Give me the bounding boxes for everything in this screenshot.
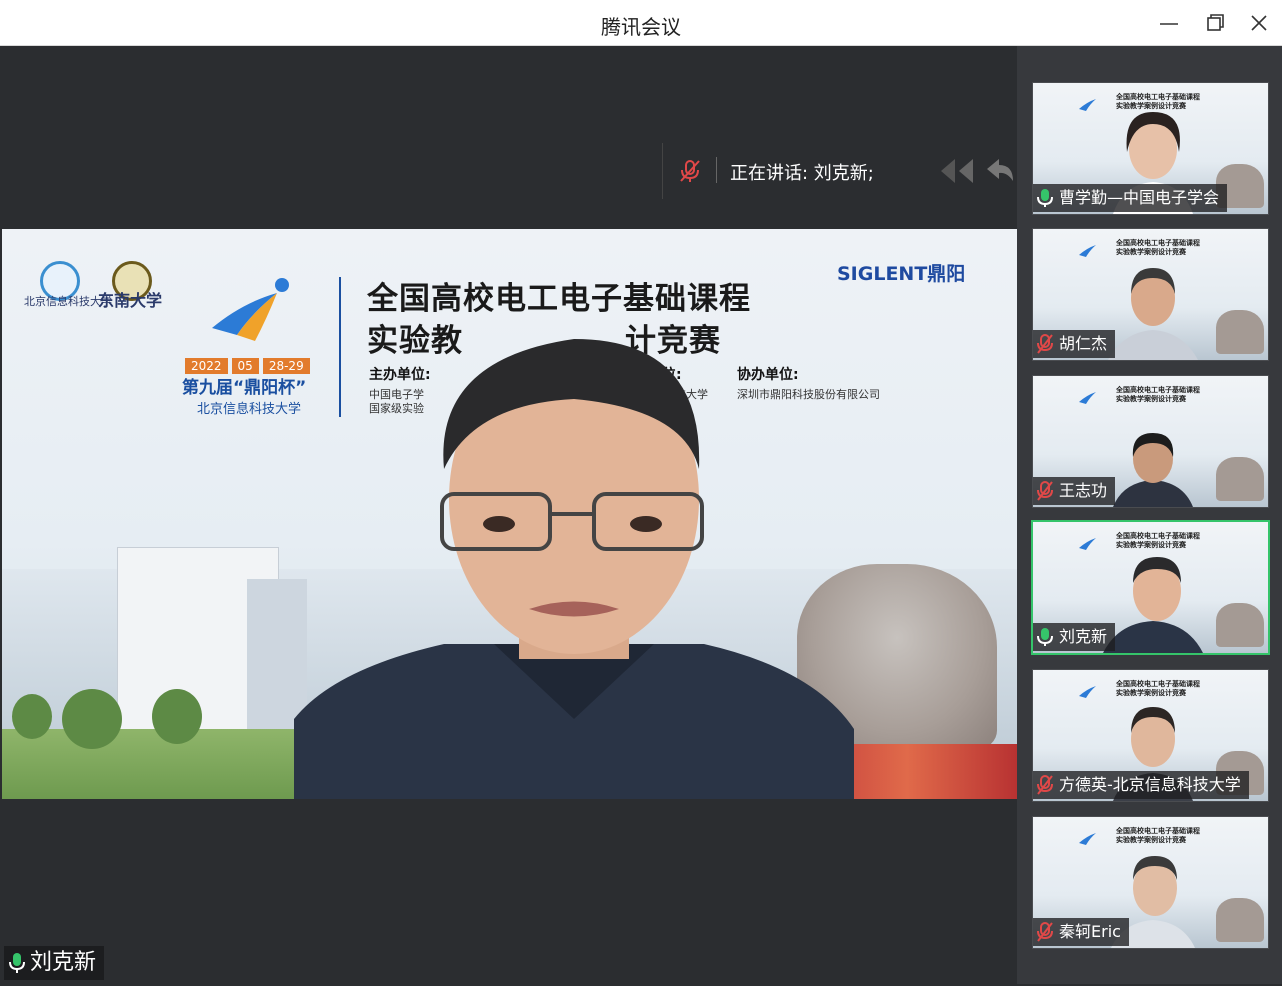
date-month: 05	[231, 358, 259, 374]
speaking-divider	[716, 157, 717, 183]
restore-icon	[1207, 14, 1224, 31]
collapse-arrows-icon[interactable]	[939, 155, 1017, 187]
participant-tile[interactable]: 全国高校电工电子基础课程 实验教学案例设计竞赛 秦轲Eric	[1032, 816, 1269, 949]
participant-name: 刘克新	[1059, 627, 1108, 646]
shared-slide: 北京信息科技大学 东南大学 2022 05 28-29 第九届“鼎阳杯” 北京信息科…	[2, 229, 1017, 799]
main-speaker-name: 刘克新	[30, 950, 97, 975]
mic-on-icon	[1037, 628, 1053, 646]
participant-tile-active[interactable]: 全国高校电工电子基础课程 实验教学案例设计竞赛 刘克新	[1031, 520, 1270, 655]
brand-logo: SIGLENT鼎阳	[837, 263, 966, 285]
participant-panel: 全国高校电工电子基础课程 实验教学案例设计竞赛 曹学勤—中国电子学会 全国高校电工…	[1017, 46, 1282, 984]
speaking-text: 正在讲话: 刘克新;	[730, 163, 874, 184]
close-button[interactable]	[1242, 8, 1276, 38]
slide-tree	[152, 689, 202, 744]
cup-name: 第九届“鼎阳杯”	[182, 378, 307, 398]
title-bar: 腾讯会议	[0, 0, 1282, 46]
participant-tile[interactable]: 全国高校电工电子基础课程 实验教学案例设计竞赛 王志功	[1032, 375, 1269, 508]
date-year: 2022	[185, 358, 228, 374]
participant-name-tag: 方德英-北京信息科技大学	[1033, 771, 1249, 799]
participant-name: 胡仁杰	[1059, 334, 1108, 353]
tile-rock	[1216, 310, 1264, 354]
mic-muted-icon	[1037, 481, 1053, 501]
minimize-icon	[1160, 23, 1178, 25]
window-title: 腾讯会议	[601, 15, 681, 39]
mic-on-icon	[9, 953, 25, 973]
slide-tree	[12, 694, 52, 739]
participant-name: 方德英-北京信息科技大学	[1059, 775, 1241, 794]
tile-rock	[1216, 898, 1264, 942]
tile-rock	[1216, 457, 1264, 501]
seu-logo-text: 东南大学	[98, 291, 163, 310]
participant-name: 曹学勤—中国电子学会	[1059, 188, 1220, 207]
mic-muted-icon	[1037, 775, 1053, 795]
slide-lawn	[2, 729, 302, 799]
close-icon	[1251, 15, 1267, 31]
participant-name-tag: 王志功	[1033, 477, 1116, 505]
participant-tile[interactable]: 全国高校电工电子基础课程 实验教学案例设计竞赛 方德英-北京信息科技大学	[1032, 669, 1269, 802]
mic-muted-icon	[1037, 922, 1053, 942]
main-speaker-name-tag: 刘克新	[4, 946, 105, 980]
minimize-button[interactable]	[1152, 8, 1186, 38]
speaker-video	[294, 339, 854, 799]
tile-rock	[1216, 603, 1264, 647]
participant-name-tag: 胡仁杰	[1033, 330, 1116, 358]
mic-muted-icon	[1037, 334, 1053, 354]
participant-tile[interactable]: 全国高校电工电子基础课程 实验教学案例设计竞赛 曹学勤—中国电子学会	[1032, 82, 1269, 215]
mic-on-icon	[1037, 189, 1053, 207]
participant-name: 王志功	[1059, 481, 1108, 500]
participant-name-tag: 曹学勤—中国电子学会	[1033, 184, 1228, 212]
participant-tile[interactable]: 全国高校电工电子基础课程 实验教学案例设计竞赛 胡仁杰	[1032, 228, 1269, 361]
participant-name-tag: 刘克新	[1033, 623, 1116, 651]
main-video-stage[interactable]: 北京信息科技大学 东南大学 2022 05 28-29 第九届“鼎阳杯” 北京信息科…	[2, 46, 1017, 984]
participant-name: 秦轲Eric	[1059, 922, 1121, 941]
cup-logo	[212, 278, 289, 341]
host-university: 北京信息科技大学	[197, 402, 302, 417]
mic-muted-icon	[680, 160, 700, 182]
restore-button[interactable]	[1198, 8, 1232, 38]
participant-name-tag: 秦轲Eric	[1033, 918, 1129, 946]
speaking-indicator: 正在讲话: 刘克新;	[662, 143, 1017, 199]
slide-tree	[62, 689, 122, 749]
